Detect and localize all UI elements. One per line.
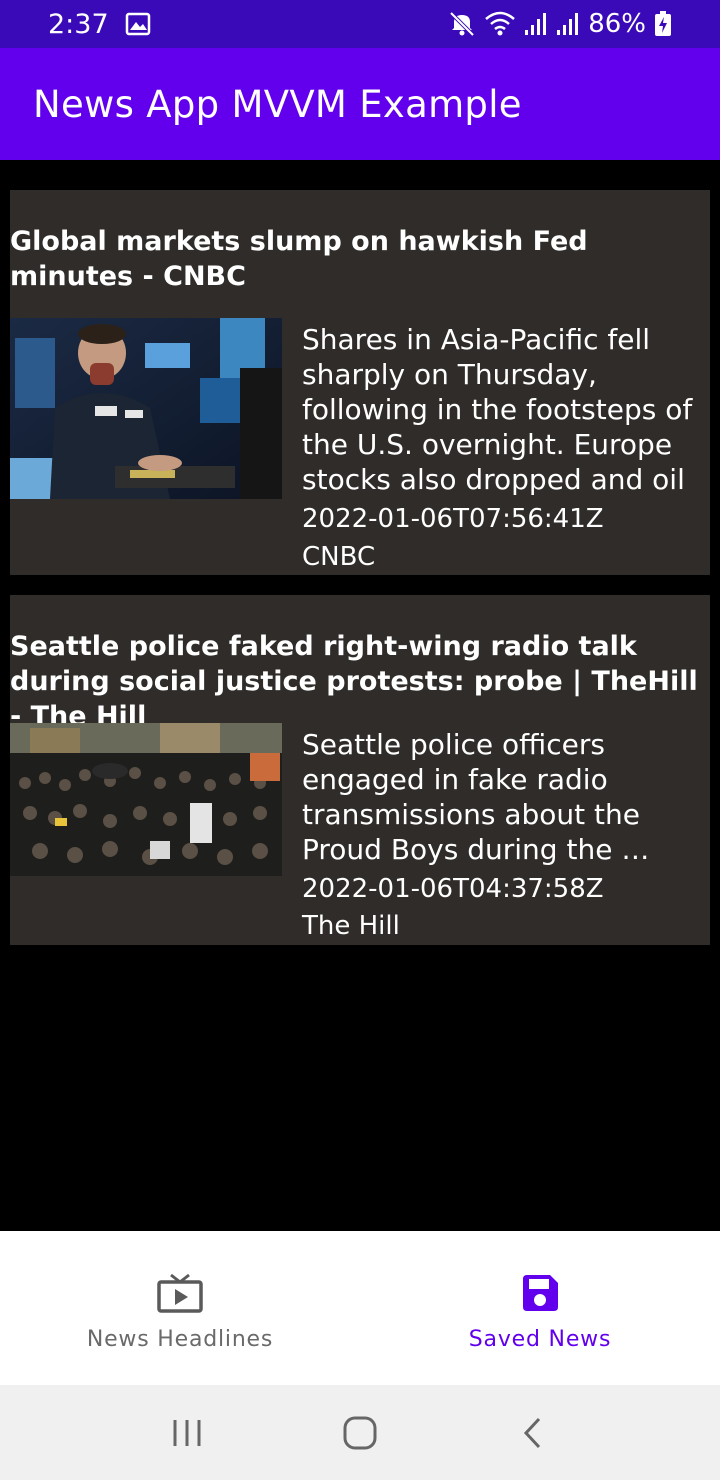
nav-label: Saved News: [468, 1327, 612, 1352]
status-right: 86%: [448, 9, 672, 39]
article-source: CNBC: [302, 542, 376, 572]
article-date: 2022-01-06T04:37:58Z: [302, 874, 604, 904]
status-time: 2:37: [48, 8, 109, 40]
article-source: The Hill: [302, 911, 400, 941]
app-title: News App MVVM Example: [33, 82, 522, 126]
mute-icon: [448, 10, 476, 38]
back-icon[interactable]: [503, 1403, 563, 1463]
signal-icon: [556, 12, 580, 36]
nav-saved-news[interactable]: Saved News: [360, 1231, 720, 1385]
nav-label: News Headlines: [86, 1327, 274, 1352]
article-title: Global markets slump on hawkish Fed minu…: [10, 226, 588, 292]
tv-icon: [156, 1269, 204, 1317]
status-bar: 2:37 86%: [0, 0, 720, 48]
battery-charging-icon: [654, 11, 672, 37]
news-list[interactable]: Global markets slump on hawkish Fed minu…: [0, 160, 720, 1231]
wifi-icon: [484, 10, 516, 38]
save-icon: [516, 1269, 564, 1317]
article-image: [10, 723, 282, 876]
article-card[interactable]: Seattle police faked right-wing radio ta…: [10, 595, 710, 945]
signal-icon: [524, 12, 548, 36]
image-icon: [125, 11, 151, 37]
article-card[interactable]: Global markets slump on hawkish Fed minu…: [10, 190, 710, 575]
nav-news-headlines[interactable]: News Headlines: [0, 1231, 360, 1385]
article-description: Shares in Asia-Pacific fell sharply on T…: [302, 323, 693, 496]
article-image: [10, 318, 282, 499]
recent-apps-icon[interactable]: [157, 1403, 217, 1463]
screen: 2:37 86% News App MVVM Example Global ma…: [0, 0, 720, 1480]
bottom-navigation: News Headlines Saved News: [0, 1231, 720, 1385]
status-left: 2:37: [48, 9, 151, 40]
article-date: 2022-01-06T07:56:41Z: [302, 504, 604, 534]
home-icon[interactable]: [330, 1403, 390, 1463]
article-description: Seattle police officers engaged in fake …: [302, 728, 650, 866]
article-title: Seattle police faked right-wing radio ta…: [10, 631, 698, 732]
app-bar: News App MVVM Example: [0, 48, 720, 160]
system-navigation-bar: [0, 1385, 720, 1480]
battery-percent: 86%: [588, 9, 646, 39]
